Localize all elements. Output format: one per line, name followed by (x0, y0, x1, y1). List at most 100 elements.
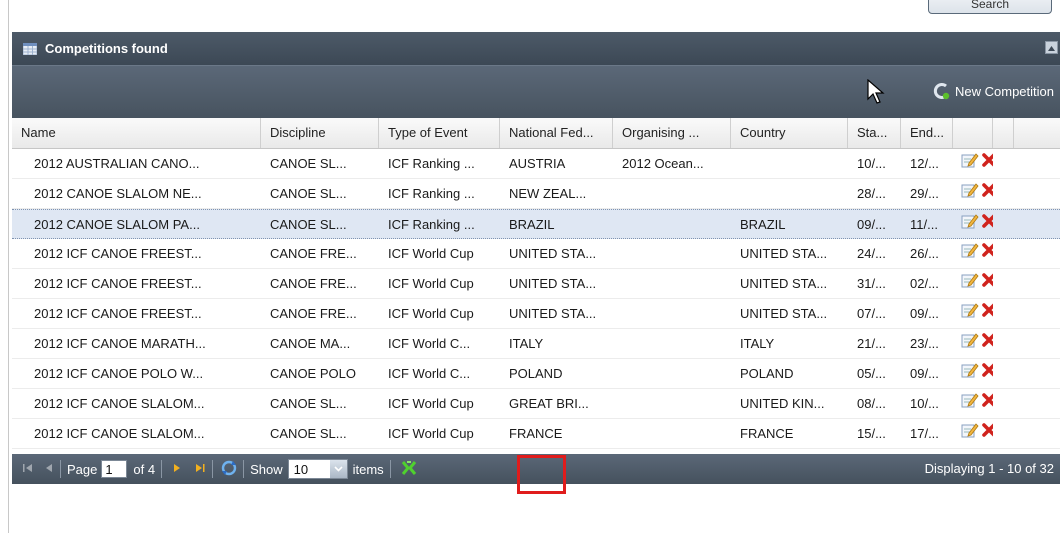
cell-start: 28/... (857, 186, 886, 201)
row-spacer (993, 359, 1014, 388)
cell-national-federation: GREAT BRI... (509, 396, 589, 411)
previous-page-icon[interactable] (44, 462, 54, 477)
edit-icon[interactable] (961, 389, 979, 418)
column-header-end[interactable]: End... (901, 118, 953, 148)
column-header-filler (1014, 118, 1060, 148)
edit-icon[interactable] (961, 179, 979, 208)
mouse-cursor-icon (867, 79, 885, 104)
row-spacer (993, 419, 1014, 448)
edit-icon[interactable] (961, 269, 979, 298)
page-size-value: 10 (293, 461, 309, 477)
delete-icon[interactable] (981, 179, 993, 208)
column-header-country[interactable]: Country (731, 118, 848, 148)
new-competition-label: New Competition (955, 83, 1054, 99)
cell-type-of-event: ICF World Cup (388, 396, 474, 411)
cell-country: UNITED STA... (740, 306, 828, 321)
cell-organising: 2012 Ocean... (622, 156, 704, 171)
delete-icon[interactable] (981, 329, 993, 358)
cell-national-federation: AUSTRIA (509, 156, 566, 171)
table-row[interactable]: 2012 ICF CANOE SLALOM... CANOE SL... ICF W… (12, 389, 1060, 419)
cell-name: 2012 ICF CANOE MARATH... (34, 336, 206, 351)
edit-icon[interactable] (961, 299, 979, 328)
row-actions (953, 299, 993, 328)
first-page-icon[interactable] (22, 462, 34, 477)
cell-name: 2012 ICF CANOE FREEST... (34, 246, 202, 261)
cell-end: 11/... (910, 217, 938, 232)
table-row[interactable]: 2012 CANOE SLALOM NE... CANOE SL... ICF Ra… (12, 179, 1060, 209)
row-spacer (993, 149, 1014, 178)
cell-type-of-event: ICF World Cup (388, 306, 474, 321)
edit-icon[interactable] (961, 419, 979, 448)
column-header-type-of-event[interactable]: Type of Event (379, 118, 500, 148)
cell-discipline: CANOE SL... (270, 186, 347, 201)
edit-icon[interactable] (961, 239, 979, 268)
column-header-name[interactable]: Name (12, 118, 261, 148)
cell-organising (613, 359, 731, 388)
cell-organising (613, 389, 731, 418)
edit-icon[interactable] (961, 210, 979, 238)
cell-organising (613, 239, 731, 268)
refresh-icon[interactable] (221, 460, 237, 479)
row-spacer (993, 329, 1014, 358)
delete-icon[interactable] (981, 210, 993, 238)
cell-country: UNITED STA... (740, 246, 828, 261)
column-header-national-federation[interactable]: National Fed... (500, 118, 613, 148)
delete-icon[interactable] (981, 419, 993, 448)
table-row[interactable]: 2012 ICF CANOE FREEST... CANOE FRE... ICF … (12, 239, 1060, 269)
delete-icon[interactable] (981, 239, 993, 268)
chevron-down-icon[interactable] (329, 460, 347, 478)
cell-end: 09/... (910, 366, 939, 381)
cell-type-of-event: ICF Ranking ... (388, 217, 475, 232)
cell-name: 2012 ICF CANOE SLALOM... (34, 396, 205, 411)
grid-header: Name Discipline Type of Event National F… (12, 118, 1060, 149)
cell-country (731, 149, 848, 178)
table-row[interactable]: 2012 ICF CANOE SLALOM... CANOE SL... ICF W… (12, 419, 1060, 449)
column-header-start[interactable]: Sta... (848, 118, 901, 148)
delete-icon[interactable] (981, 149, 993, 178)
row-actions (953, 149, 993, 178)
cell-end: 29/... (910, 186, 939, 201)
cell-national-federation: FRANCE (509, 426, 563, 441)
table-row[interactable]: 2012 ICF CANOE FREEST... CANOE FRE... ICF … (12, 299, 1060, 329)
table-row[interactable]: 2012 CANOE SLALOM PA... CANOE SL... ICF Ra… (12, 209, 1060, 239)
page-number-input[interactable] (101, 460, 128, 478)
delete-icon[interactable] (981, 389, 993, 418)
cell-discipline: CANOE SL... (270, 396, 347, 411)
cell-national-federation: BRAZIL (509, 217, 555, 232)
cell-start: 05/... (857, 366, 886, 381)
cell-organising (613, 299, 731, 328)
row-actions (953, 179, 993, 208)
next-page-icon[interactable] (172, 462, 182, 477)
cell-name: 2012 ICF CANOE SLALOM... (34, 426, 205, 441)
export-excel-icon[interactable] (401, 459, 417, 480)
cell-name: 2012 ICF CANOE FREEST... (34, 306, 202, 321)
table-row[interactable]: 2012 ICF CANOE MARATH... CANOE MA... ICF W… (12, 329, 1060, 359)
row-actions (953, 210, 993, 238)
search-button[interactable]: Search (928, 0, 1052, 14)
cell-start: 08/... (857, 396, 886, 411)
new-competition-button[interactable]: New Competition (933, 82, 1054, 100)
row-actions (953, 239, 993, 268)
cell-name: 2012 CANOE SLALOM PA... (34, 217, 200, 232)
column-header-discipline[interactable]: Discipline (261, 118, 379, 148)
edit-icon[interactable] (961, 149, 979, 178)
page-size-select[interactable]: 10 (287, 459, 348, 479)
column-header-organising[interactable]: Organising ... (613, 118, 731, 148)
cell-discipline: CANOE POLO (270, 366, 356, 381)
delete-icon[interactable] (981, 269, 993, 298)
edit-icon[interactable] (961, 359, 979, 388)
delete-icon[interactable] (981, 299, 993, 328)
row-actions (953, 419, 993, 448)
last-page-icon[interactable] (194, 462, 206, 477)
table-row[interactable]: 2012 ICF CANOE POLO W... CANOE POLO ICF Wo… (12, 359, 1060, 389)
cell-name: 2012 CANOE SLALOM NE... (34, 186, 202, 201)
grid-body: 2012 AUSTRALIAN CANO... CANOE SL... ICF Ra… (12, 149, 1060, 449)
table-row[interactable]: 2012 ICF CANOE FREEST... CANOE FRE... ICF … (12, 269, 1060, 299)
cell-discipline: CANOE MA... (270, 336, 351, 351)
displaying-count: Displaying 1 - 10 of 32 (924, 461, 1054, 476)
table-row[interactable]: 2012 AUSTRALIAN CANO... CANOE SL... ICF Ra… (12, 149, 1060, 179)
edit-icon[interactable] (961, 329, 979, 358)
cell-type-of-event: ICF World Cup (388, 246, 474, 261)
collapse-icon[interactable] (1045, 41, 1058, 54)
delete-icon[interactable] (981, 359, 993, 388)
